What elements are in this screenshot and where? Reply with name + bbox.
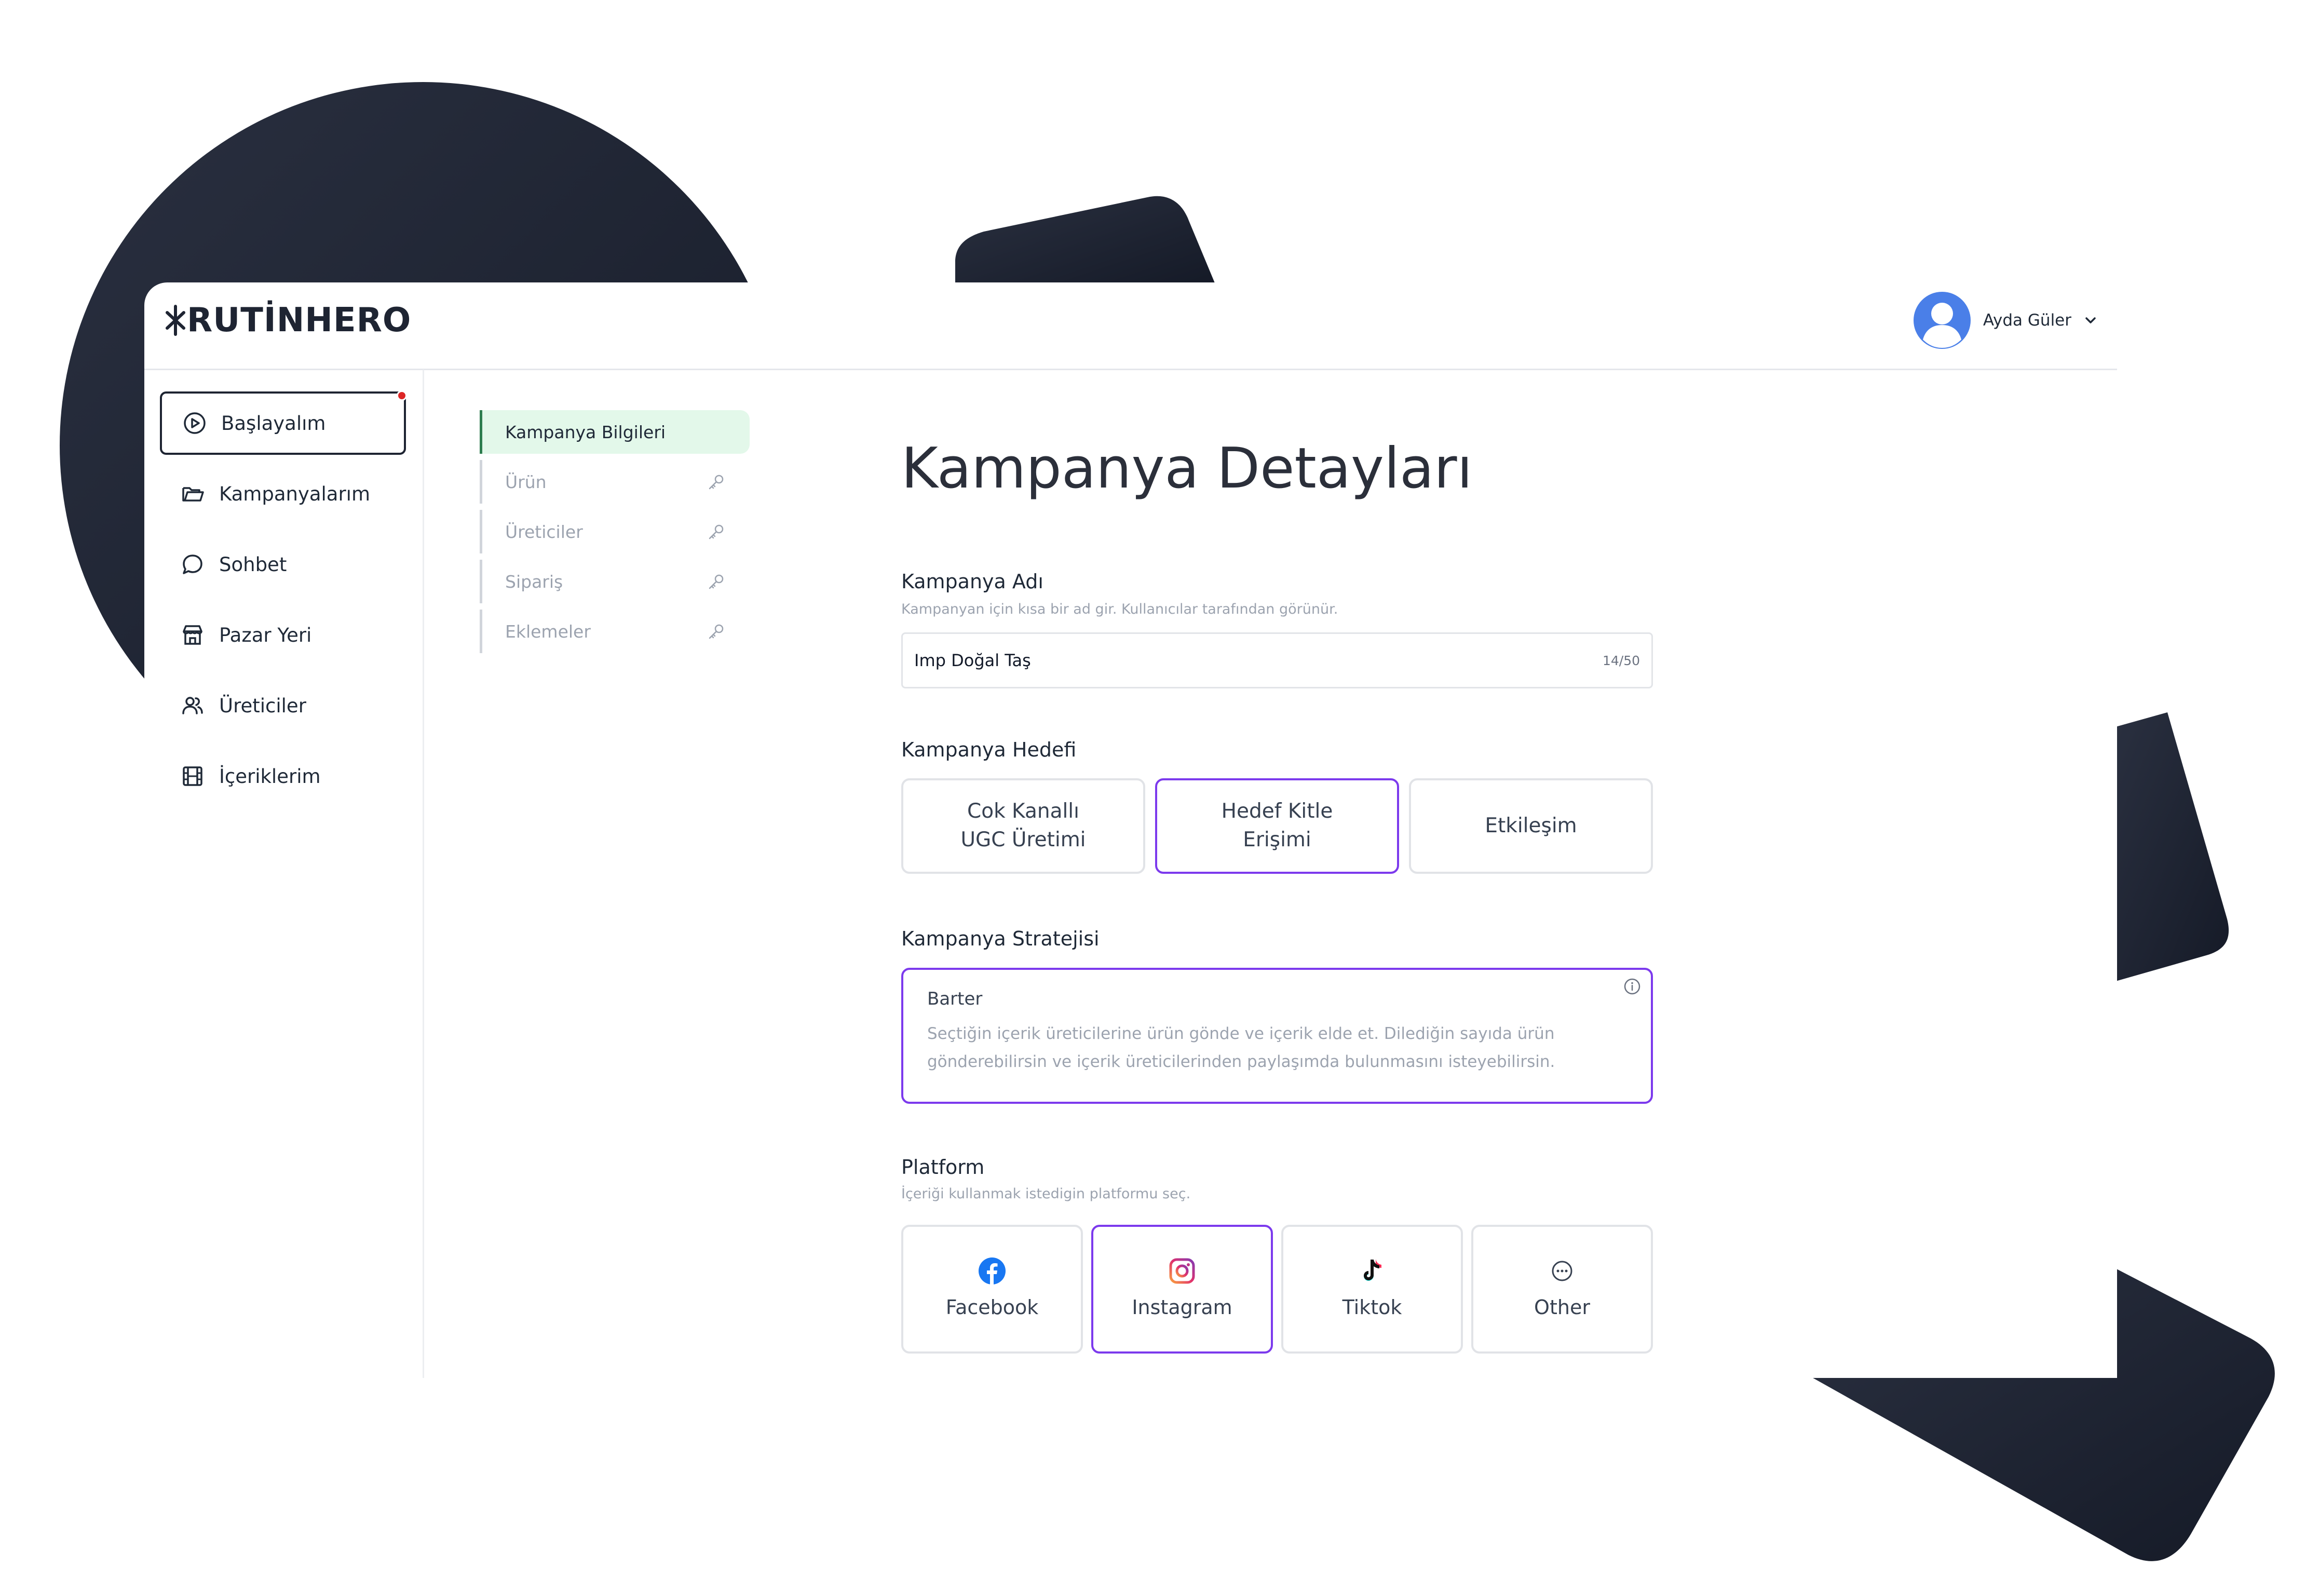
goal-option-engagement[interactable]: Etkileşim — [1409, 778, 1653, 874]
logo-text: RUTİNHERO — [187, 301, 412, 340]
platform-option-other[interactable]: Other — [1471, 1225, 1653, 1354]
platform-option-label: Facebook — [945, 1296, 1039, 1319]
campaign-strategy-label: Kampanya Stratejisi — [901, 927, 1100, 950]
play-circle-icon — [184, 412, 206, 434]
platform-option-tiktok[interactable]: Tiktok — [1281, 1225, 1463, 1354]
dark-wedge-shape-top — [955, 196, 1215, 283]
page-title: Kampanya Detayları — [901, 436, 1473, 501]
step-label: Sipariş — [505, 571, 563, 592]
key-icon — [709, 574, 724, 589]
platform-option-label: Instagram — [1132, 1296, 1232, 1319]
chevron-down-icon[interactable] — [2084, 314, 2097, 327]
platform-option-label: Tiktok — [1342, 1296, 1402, 1319]
users-icon — [182, 697, 203, 714]
sidebar-item-baslayalim[interactable]: Başlayalım — [160, 390, 407, 455]
campaign-name-hint: Kampanyan için kısa bir ad gir. Kullanıc… — [901, 601, 1338, 617]
platform-label: Platform — [901, 1156, 985, 1179]
notification-dot — [397, 390, 407, 401]
step-urun[interactable]: Ürün — [480, 460, 750, 504]
goal-option-line1: Hedef Kitle — [1221, 800, 1333, 823]
sidebar-item-pazar-yeri[interactable]: Pazar Yeri — [160, 603, 406, 667]
goal-option-line2: Erişimi — [1243, 828, 1311, 851]
user-menu[interactable]: Ayda Güler — [1913, 292, 2097, 349]
step-label: Ürün — [505, 471, 547, 492]
key-icon — [709, 624, 724, 639]
tiktok-icon — [1364, 1259, 1381, 1281]
key-icon — [709, 524, 724, 539]
app-window: RUTİNHERO Ayda Güler Başlayalım Kampanya… — [144, 282, 2117, 1378]
sidebar-item-label: İçeriklerim — [219, 765, 321, 788]
step-label: Üreticiler — [505, 521, 583, 542]
more-circle-icon — [1552, 1261, 1572, 1281]
campaign-goal-label: Kampanya Hedefi — [901, 738, 1077, 761]
step-siparis[interactable]: Sipariş — [480, 560, 750, 603]
goal-option-line1: Cok Kanallı — [967, 800, 1079, 823]
logo[interactable]: RUTİNHERO — [165, 301, 411, 340]
platform-hint: İçeriği kullanmak istedigin platformu se… — [901, 1186, 1191, 1202]
campaign-name-label: Kampanya Adı — [901, 570, 1043, 593]
campaign-name-input[interactable] — [914, 651, 1603, 670]
folder-icon — [182, 487, 204, 502]
sidebar-item-ureticiler[interactable]: Üreticiler — [160, 674, 406, 737]
sidebar-item-label: Sohbet — [219, 553, 287, 576]
step-label: Kampanya Bilgileri — [505, 422, 666, 442]
sidebar-item-label: Üreticiler — [219, 694, 306, 717]
user-name: Ayda Güler — [1983, 311, 2071, 330]
store-icon — [183, 625, 202, 645]
facebook-icon — [979, 1257, 1006, 1285]
instagram-icon — [1169, 1258, 1195, 1284]
chat-bubble-icon — [183, 554, 202, 574]
sidebar-item-label: Kampanyalarım — [219, 482, 370, 505]
goal-option-line1: Etkileşim — [1485, 814, 1577, 837]
character-counter: 14/50 — [1602, 653, 1640, 668]
top-bar: RUTİNHERO Ayda Güler — [144, 282, 2117, 370]
step-kampanya-bilgileri[interactable]: Kampanya Bilgileri — [480, 410, 750, 454]
goal-option-audience-reach[interactable]: Hedef Kitle Erişimi — [1155, 778, 1399, 874]
step-eklemeler[interactable]: Eklemeler — [480, 610, 750, 653]
logo-star-icon — [166, 305, 185, 336]
platform-option-facebook[interactable]: Facebook — [901, 1225, 1083, 1354]
platform-option-label: Other — [1534, 1296, 1590, 1319]
avatar[interactable] — [1913, 292, 1971, 349]
step-ureticiler[interactable]: Üreticiler — [480, 510, 750, 553]
key-icon — [709, 475, 724, 490]
sidebar-item-iceriklerim[interactable]: İçeriklerim — [160, 745, 406, 808]
campaign-name-field[interactable]: 14/50 — [901, 632, 1653, 688]
strategy-card-barter[interactable]: Barter Seçtiğin içerik üreticilerine ürü… — [901, 968, 1653, 1104]
sidebar-item-sohbet[interactable]: Sohbet — [160, 533, 406, 596]
dark-wedge-shape-right — [2115, 712, 2229, 981]
sidebar-item-label: Pazar Yeri — [219, 624, 312, 646]
goal-option-multichannel-ugc[interactable]: Cok Kanallı UGC Üretimi — [901, 778, 1145, 874]
strategy-title: Barter — [927, 989, 983, 1009]
platform-option-instagram[interactable]: Instagram — [1091, 1225, 1273, 1354]
info-icon[interactable] — [1623, 977, 1642, 996]
step-label: Eklemeler — [505, 621, 591, 642]
sidebar-item-kampanyalarim[interactable]: Kampanyalarım — [160, 462, 406, 525]
strategy-description: Seçtiğin içerik üreticilerine ürün gönde… — [927, 1024, 1555, 1072]
sidebar: Başlayalım Kampanyalarım Sohbet Pazar Ye — [144, 370, 424, 1378]
sidebar-item-label: Başlayalım — [221, 412, 326, 435]
film-icon — [183, 766, 202, 786]
goal-option-line2: UGC Üretimi — [960, 828, 1086, 851]
